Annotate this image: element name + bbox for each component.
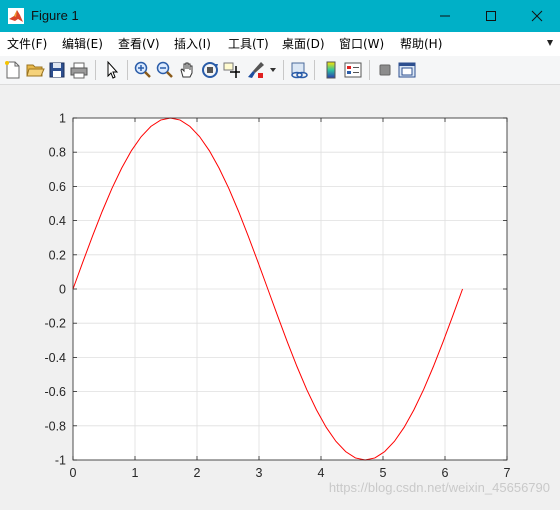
y-tick-label: 0.4 [49,214,66,228]
toolbar-separator [369,60,370,80]
close-icon [531,10,543,22]
brush-icon[interactable] [246,60,266,80]
menu-file[interactable]: 文件(F) [7,35,47,53]
maximize-icon [486,11,496,21]
y-tick-label: -0.8 [44,419,66,433]
y-tick-label: 0.2 [49,248,66,262]
hide-plot-tools-icon[interactable] [375,60,395,80]
menu-tools[interactable]: 工具(T) [228,35,269,53]
x-tick-label: 3 [256,466,263,480]
watermark-text: https://blog.csdn.net/weixin_45656790 [328,480,550,495]
y-tick-label: 0.8 [49,146,66,160]
legend-icon[interactable] [343,60,363,80]
x-tick-label: 4 [318,466,325,480]
menu-overflow-arrow-icon[interactable] [546,38,554,48]
rotate-3d-icon[interactable] [200,60,220,80]
y-tick-label: -0.6 [44,385,66,399]
maximize-button[interactable] [468,0,514,32]
y-tick-label: -0.2 [44,317,66,331]
zoom-out-icon[interactable] [155,60,175,80]
menu-bar: 文件(F) 编辑(E) 查看(V) 插入(I) 工具(T) 桌面(D) 窗口(W… [0,32,560,56]
toolbar-separator [283,60,284,80]
x-tick-label: 0 [70,466,77,480]
matlab-logo-icon [8,8,24,24]
y-tick-label: 0.6 [49,180,66,194]
menu-insert[interactable]: 插入(I) [174,35,211,53]
print-icon[interactable] [69,60,89,80]
close-button[interactable] [514,0,560,32]
new-figure-icon[interactable] [3,60,23,80]
toolbar-separator [314,60,315,80]
minimize-icon [440,15,450,17]
pan-hand-icon[interactable] [177,60,197,80]
y-tick-label: 0 [59,283,66,297]
save-icon[interactable] [47,60,67,80]
x-tick-label: 1 [132,466,139,480]
menu-help[interactable]: 帮助(H) [400,35,442,53]
x-tick-label: 7 [504,466,511,480]
figure-toolbar [0,56,560,85]
title-bar: Figure 1 [0,0,560,32]
x-tick-label: 5 [380,466,387,480]
window-title: Figure 1 [31,8,79,23]
y-tick-label: -1 [55,454,66,468]
colorbar-icon[interactable] [321,60,341,80]
pointer-icon[interactable] [102,60,122,80]
menu-view[interactable]: 查看(V) [118,35,160,53]
menu-edit[interactable]: 编辑(E) [62,35,103,53]
x-tick-label: 6 [442,466,449,480]
menu-window[interactable]: 窗口(W) [339,35,384,53]
minimize-button[interactable] [422,0,468,32]
menu-desktop[interactable]: 桌面(D) [282,35,325,53]
data-cursor-icon[interactable] [222,60,242,80]
brush-dropdown-arrow-icon[interactable] [270,68,276,72]
toolbar-separator [127,60,128,80]
toolbar-separator [95,60,96,80]
zoom-in-icon[interactable] [133,60,153,80]
show-plot-tools-icon[interactable] [397,60,417,80]
x-tick-label: 2 [194,466,201,480]
y-tick-label: 1 [59,112,66,126]
figure-canvas: 0 1 2 3 4 5 6 7 1 0.8 0.6 0.4 0.2 0 -0.2 -0.4 -0.6 -0.8 -1 [0,85,560,506]
open-file-icon[interactable] [25,60,45,80]
link-plot-icon[interactable] [289,60,309,80]
line-chart[interactable]: 0 1 2 3 4 5 6 7 1 0.8 0.6 0.4 0.2 0 -0.2 -0.4 -0.6 -0.8 -1 [0,85,560,506]
y-tick-label: -0.4 [44,351,66,365]
